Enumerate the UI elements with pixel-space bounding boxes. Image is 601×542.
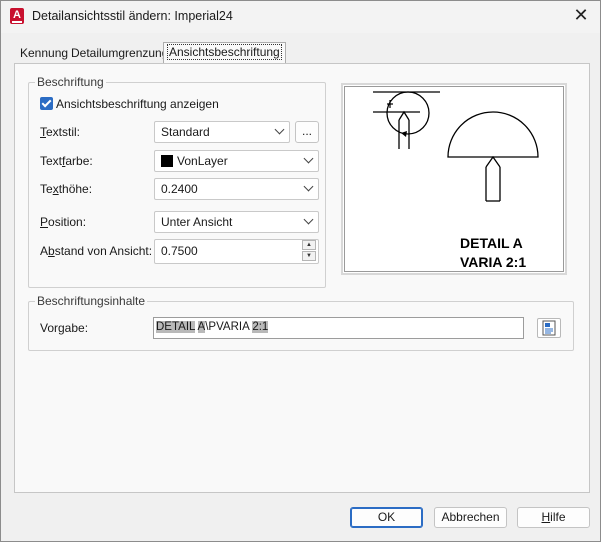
cancel-button[interactable]: Abbrechen bbox=[434, 507, 507, 528]
texthoehe-select[interactable]: 0.2400 bbox=[154, 178, 319, 200]
tab-detailumgrenzung[interactable]: Detailumgrenzung bbox=[67, 44, 172, 63]
close-button[interactable]: ✕ bbox=[568, 5, 594, 27]
texthoehe-value: 0.2400 bbox=[161, 182, 198, 196]
textstil-browse-button[interactable]: ... bbox=[295, 121, 319, 143]
abstand-label: Abstand von Ansicht: bbox=[40, 244, 153, 258]
textstil-label: Textstil: bbox=[40, 125, 81, 139]
textstil-select[interactable]: Standard bbox=[154, 121, 290, 143]
preview-pane: DETAIL A VARIA 2:1 bbox=[341, 83, 567, 275]
abstand-spinner[interactable]: ▲ ▼ bbox=[302, 240, 316, 262]
spin-up-icon[interactable]: ▲ bbox=[302, 240, 316, 250]
preview-frame: DETAIL A VARIA 2:1 bbox=[344, 86, 564, 272]
vorgabe-field-scale: 2:1 bbox=[252, 321, 269, 333]
chevron-down-icon bbox=[303, 181, 314, 192]
preview-label-line2: VARIA 2:1 bbox=[460, 254, 526, 270]
textstil-value: Standard bbox=[161, 125, 210, 139]
help-button[interactable]: Hilfe bbox=[517, 507, 590, 528]
vorgabe-label: Vorgabe: bbox=[40, 321, 89, 335]
chevron-down-icon bbox=[303, 214, 314, 225]
vorgabe-text: \PVARIA bbox=[205, 321, 253, 333]
vorgabe-input[interactable]: DETAIL A\PVARIA 2:1 bbox=[153, 317, 524, 339]
autocad-app-icon: A bbox=[10, 8, 24, 24]
preview-label-line1: DETAIL A bbox=[460, 235, 523, 251]
beschriftung-group-label: Beschriftung bbox=[35, 75, 106, 89]
texthoehe-label: Texthöhe: bbox=[40, 182, 93, 196]
abstand-value: 0.7500 bbox=[161, 244, 198, 258]
position-select[interactable]: Unter Ansicht bbox=[154, 211, 319, 233]
position-label: Position: bbox=[40, 215, 87, 229]
insert-field-button[interactable] bbox=[537, 318, 561, 338]
chevron-down-icon bbox=[274, 124, 285, 135]
chevron-down-icon bbox=[303, 153, 314, 164]
show-label-checkbox[interactable] bbox=[40, 97, 53, 110]
abstand-input[interactable]: 0.7500 bbox=[154, 239, 319, 264]
preview-drawing: DETAIL A VARIA 2:1 bbox=[373, 91, 539, 270]
window-title: Detailansichtsstil ändern: Imperial24 bbox=[32, 9, 233, 23]
textfarbe-value: VonLayer bbox=[177, 154, 228, 168]
title-bar: A Detailansichtsstil ändern: Imperial24 … bbox=[1, 1, 600, 33]
tab-ansichtsbeschriftung-label: Ansichtsbeschriftung bbox=[167, 44, 282, 60]
ok-button[interactable]: OK bbox=[350, 507, 423, 528]
dialog-window: A Detailansichtsstil ändern: Imperial24 … bbox=[0, 0, 601, 542]
insert-field-icon bbox=[542, 320, 556, 336]
color-swatch bbox=[161, 155, 173, 167]
textfarbe-label: Textfarbe: bbox=[40, 154, 93, 168]
spin-down-icon[interactable]: ▼ bbox=[302, 251, 316, 261]
tab-kennung[interactable]: Kennung bbox=[16, 44, 72, 63]
show-label-checkbox-label: Ansichtsbeschriftung anzeigen bbox=[56, 97, 219, 111]
inhalte-group-label: Beschriftungsinhalte bbox=[35, 294, 148, 308]
vorgabe-field-detail: DETAIL bbox=[156, 321, 195, 333]
position-value: Unter Ansicht bbox=[161, 215, 233, 229]
textfarbe-select[interactable]: VonLayer bbox=[154, 150, 319, 172]
tab-ansichtsbeschriftung[interactable]: Ansichtsbeschriftung bbox=[163, 42, 286, 64]
